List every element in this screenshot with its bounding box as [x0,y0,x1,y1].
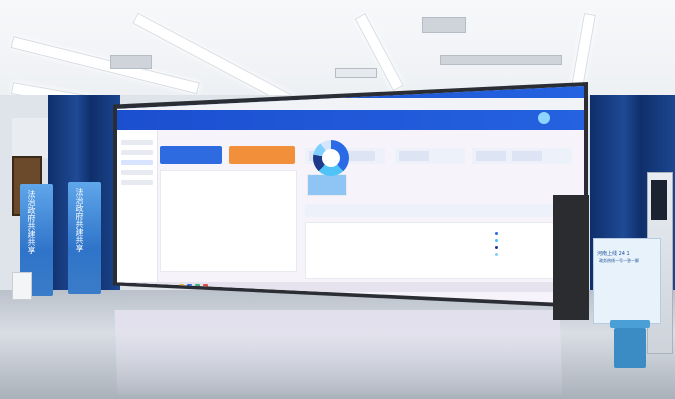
poster-subtitle: 政务热线一号一答一解 [599,258,639,263]
legend-dot [495,239,498,242]
stat-box [476,151,506,161]
rollup-banner-right [68,182,101,294]
chart-panel [305,222,577,279]
stat-box [512,151,542,161]
side-speaker-panel [553,195,589,320]
dashboard-tile-orange [229,146,295,164]
stat-box [345,151,375,161]
legend-dot [495,246,498,249]
banner-text-left: 法治政府共建共享 [27,190,36,254]
thumbnail-card [307,174,347,196]
legend-dot [495,253,498,256]
sidebar-item [121,140,153,145]
stat-box [399,151,429,161]
banner-text-right: 法治政府共建共享 [75,188,84,252]
stats-row [395,148,465,164]
poster-title: 河南上线 24 1 [597,251,630,257]
ceiling-vent [422,17,466,33]
dashboard-left-panel [160,170,297,272]
dashboard-tile-blue [160,146,222,164]
floor-reflection [114,310,563,395]
lobby-scene: 法治政府共建共享 法治政府共建共享 河南上线 24 1 政务热线一号一答一解 [0,0,675,399]
sidebar-item [121,150,153,155]
plastic-chair [12,272,32,300]
ceiling-vent [335,68,377,78]
donut-hole [322,149,340,167]
led-wall-screen [117,86,584,304]
stats-row-wide [305,204,575,217]
legend-dot [495,232,498,235]
sidebar-item [121,180,153,185]
side-doorway [12,118,48,158]
ceiling-vent [110,55,152,69]
sidebar-item [121,170,153,175]
dashboard-sidebar [117,130,158,304]
user-avatar [538,112,550,124]
blue-stool-seat [610,320,650,328]
sidebar-item [121,160,153,165]
kiosk-screen [651,180,667,220]
blue-stool-legs [614,328,646,368]
ceiling-vent [440,55,562,65]
stats-row [472,148,572,164]
